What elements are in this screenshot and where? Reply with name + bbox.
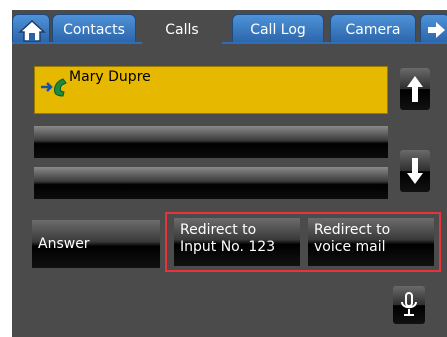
microphone-button[interactable] [393, 286, 425, 324]
tab-contacts[interactable]: Contacts [52, 14, 136, 44]
call-panel: Contacts Calls Call Log Camera Mary Dupr… [12, 10, 447, 337]
call-row-empty[interactable] [34, 126, 388, 158]
tab-calls[interactable]: Calls [142, 14, 222, 46]
home-icon [18, 19, 46, 42]
redirect-voicemail-line1: Redirect to [314, 222, 391, 238]
incoming-call-icon [41, 78, 67, 97]
arrow-up-icon [407, 76, 423, 102]
redirect-to-voicemail-button[interactable]: Redirect to voice mail [308, 218, 434, 266]
tab-call-log[interactable]: Call Log [232, 14, 324, 44]
microphone-icon [401, 292, 417, 316]
arrow-right-icon [428, 22, 445, 38]
tab-bar: Contacts Calls Call Log Camera [12, 10, 447, 46]
scroll-up-button[interactable] [400, 68, 430, 110]
tab-next[interactable] [420, 14, 447, 44]
call-row-selected[interactable]: Mary Dupre [34, 66, 388, 114]
call-row-empty[interactable] [34, 167, 388, 199]
answer-label: Answer [38, 236, 90, 252]
answer-button[interactable]: Answer [32, 220, 160, 268]
caller-name: Mary Dupre [69, 69, 151, 85]
redirect-input-line1: Redirect to [180, 222, 257, 238]
arrow-down-icon [407, 158, 423, 184]
redirect-input-line2: Input No. 123 [180, 239, 276, 255]
tab-camera[interactable]: Camera [330, 14, 416, 44]
redirect-voicemail-line2: voice mail [314, 239, 386, 255]
tab-home[interactable] [12, 14, 50, 44]
scroll-down-button[interactable] [400, 150, 430, 192]
redirect-to-input-button[interactable]: Redirect to Input No. 123 [174, 218, 300, 266]
